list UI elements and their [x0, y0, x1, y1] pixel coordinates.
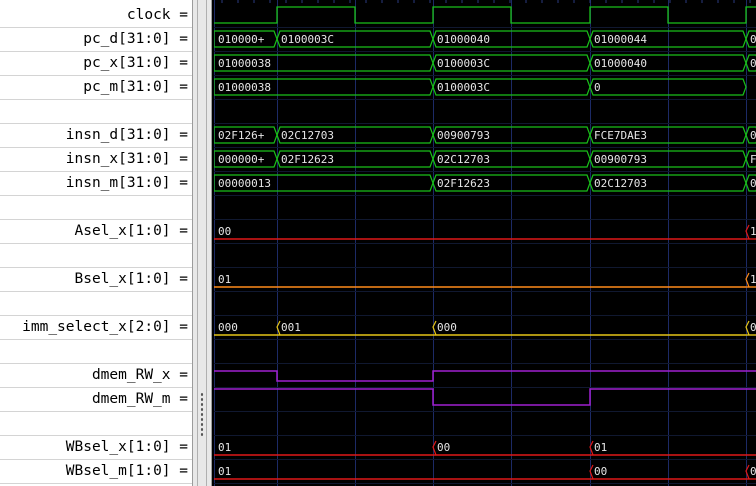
signal-name-row[interactable]: imm_select_x[2:0] =: [0, 316, 192, 340]
bus-value-label: 02F12623: [281, 153, 334, 166]
signal-name-label: Asel_x[1:0]: [74, 223, 171, 239]
signal-equals-sign: =: [170, 151, 188, 167]
bus-value-label: 01000044: [594, 33, 647, 46]
bus-value-label: 02F12623: [437, 177, 490, 190]
signal-name-row[interactable]: insn_m[31:0] =: [0, 172, 192, 196]
signal-name-row[interactable]: pc_x[31:0] =: [0, 52, 192, 76]
signal-name-row[interactable]: clock =: [0, 4, 192, 28]
bit-wave: [214, 388, 756, 406]
signal-name-row[interactable]: pc_m[31:0] =: [0, 76, 192, 100]
bus-value-label: 00: [437, 441, 450, 454]
bus-value-label: 02C12703: [594, 177, 647, 190]
signal-name-row[interactable]: insn_d[31:0] =: [0, 124, 192, 148]
bus-value-label: 02C12703: [281, 129, 334, 142]
bus-value-label: 01: [218, 465, 231, 478]
bus-value-label: 1: [750, 273, 756, 286]
signal-name-label: dmem_RW_x: [91, 367, 171, 383]
signal-name-label: Bsel_x[1:0]: [74, 271, 171, 287]
bus-value-label: 01: [594, 441, 607, 454]
bus-value-label: 0: [750, 177, 756, 190]
signal-name-label: pc_d[31:0]: [83, 31, 171, 47]
bus-value-label: FCE7DAE3: [594, 129, 647, 142]
bus-value-label: 01000038: [218, 57, 271, 70]
signal-spacer-row: [0, 412, 192, 436]
bus-value-label: 0: [750, 465, 756, 478]
bus-value-label: 0: [750, 33, 756, 46]
signal-name-label: imm_select_x[2:0]: [22, 319, 171, 335]
signal-spacer-row: [0, 340, 192, 364]
bus-value-label: 02F126+: [218, 129, 265, 142]
bus-value-label: 1: [750, 225, 756, 238]
bus-value-label: 000: [218, 321, 238, 334]
bus-value-label: F: [750, 153, 756, 166]
signal-equals-sign: =: [170, 223, 188, 239]
waveform-canvas[interactable]: 010000+ 0100003C 01000040 01000044 0 01000038…: [214, 0, 756, 486]
bus-value-label: 0: [750, 321, 756, 334]
signal-name-row[interactable]: WBsel_x[1:0] =: [0, 436, 192, 460]
bus-value-label: 0: [750, 129, 756, 142]
signal-equals-sign: =: [170, 367, 188, 383]
signal-equals-sign: =: [170, 79, 188, 95]
waveform-view[interactable]: 010000+ 0100003C 01000040 01000044 0 01000038…: [214, 0, 756, 486]
signal-spacer-row: [0, 244, 192, 268]
signal-equals-sign: =: [170, 127, 188, 143]
signal-equals-sign: =: [170, 175, 188, 191]
bus-value-label: 00900793: [437, 129, 490, 142]
signal-name-label: clock: [126, 7, 171, 23]
signal-spacer-row: [0, 292, 192, 316]
bus-value-label: 010000+: [218, 33, 265, 46]
signal-name-label: insn_x[31:0]: [65, 151, 171, 167]
bus-value-label: 01000040: [594, 57, 647, 70]
signal-name-panel: clock = pc_d[31:0] = pc_x[31:0] = pc_m[31:0…: [0, 0, 192, 486]
signal-equals-sign: =: [170, 31, 188, 47]
bus-value-label: 01: [218, 441, 231, 454]
signal-name-label: pc_x[31:0]: [83, 55, 171, 71]
signal-spacer-row: [0, 196, 192, 220]
bus-value-label: 00: [218, 225, 231, 238]
splitter-grip-icon[interactable]: [200, 392, 204, 436]
signal-name-row[interactable]: Bsel_x[1:0] =: [0, 268, 192, 292]
signal-name-row[interactable]: insn_x[31:0] =: [0, 148, 192, 172]
signal-name-row[interactable]: WBsel_m[1:0] =: [0, 460, 192, 484]
clock-wave: [214, 6, 756, 24]
bus-value-label: 001: [281, 321, 301, 334]
pane-splitter[interactable]: [192, 0, 212, 486]
bus-value-label: 000: [437, 321, 457, 334]
signal-name-label: WBsel_x[1:0]: [65, 439, 171, 455]
bus-value-label: 00: [594, 465, 607, 478]
bus-value-label: 0: [750, 57, 756, 70]
bus-value-label: 01: [218, 273, 231, 286]
signal-equals-sign: =: [170, 271, 188, 287]
signal-name-row[interactable]: pc_d[31:0] =: [0, 28, 192, 52]
bus-value-label: 0100003C: [437, 57, 490, 70]
bus-value-label: 00900793: [594, 153, 647, 166]
signal-name-row[interactable]: dmem_RW_x =: [0, 364, 192, 388]
signal-name-row[interactable]: Asel_x[1:0] =: [0, 220, 192, 244]
signal-equals-sign: =: [170, 439, 188, 455]
bus-value-label: 02C12703: [437, 153, 490, 166]
bus-value-label: 00000013: [218, 177, 271, 190]
signal-name-row[interactable]: dmem_RW_m =: [0, 388, 192, 412]
signal-name-label: pc_m[31:0]: [83, 79, 171, 95]
signal-equals-sign: =: [170, 7, 188, 23]
bus-value-label: 01000038: [218, 81, 271, 94]
signal-equals-sign: =: [170, 55, 188, 71]
bus-value-label: 000000+: [218, 153, 265, 166]
bus-value-label: 0100003C: [281, 33, 334, 46]
bus-value-label: 0: [594, 81, 601, 94]
bus-value-label: 0100003C: [437, 81, 490, 94]
signal-name-label: WBsel_m[1:0]: [65, 463, 171, 479]
signal-equals-sign: =: [170, 319, 188, 335]
bus-value-label: 01000040: [437, 33, 490, 46]
bit-wave: [214, 370, 756, 382]
signal-name-label: dmem_RW_m: [91, 391, 171, 407]
signal-name-label: insn_d[31:0]: [65, 127, 171, 143]
signal-name-label: insn_m[31:0]: [65, 175, 171, 191]
signal-spacer-row: [0, 100, 192, 124]
signal-equals-sign: =: [170, 463, 188, 479]
signal-equals-sign: =: [170, 391, 188, 407]
